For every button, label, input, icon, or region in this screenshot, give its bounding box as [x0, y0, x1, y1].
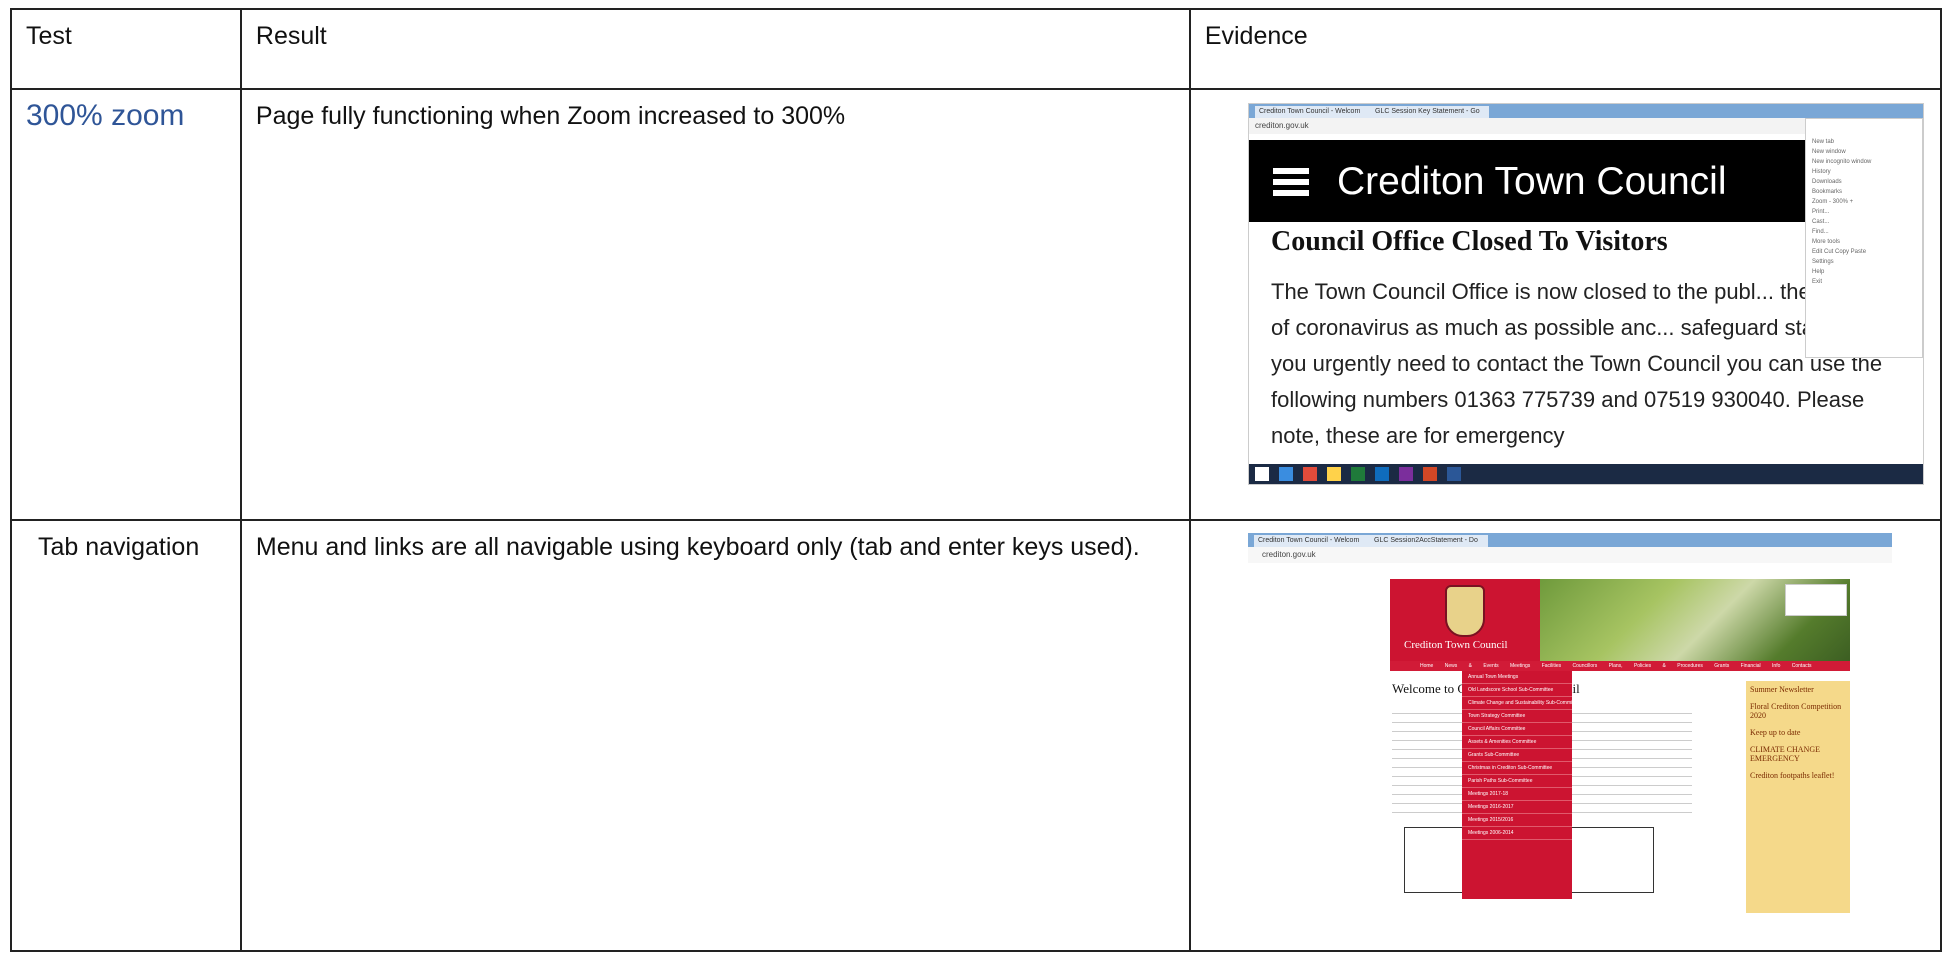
zoom-evidence-screenshot: Crediton Town Council - Welcom GLC Sessi…	[1248, 103, 1924, 485]
explorer-icon	[1327, 467, 1341, 481]
header-evidence: Evidence	[1188, 8, 1942, 90]
browser-tab: Crediton Town Council - Welcom	[1255, 106, 1373, 118]
browser-tabbar: Crediton Town Council - Welcom GLC Sessi…	[1249, 104, 1923, 118]
browser-menu: New tab New window New incognito window Hi…	[1805, 118, 1923, 358]
browser-tab: GLC Session2AccStatement - Do	[1370, 535, 1488, 547]
site-nav: Home News & Events Meetings Facilities C…	[1390, 661, 1850, 671]
browser-tabbar: Crediton Town Council - Welcom GLC Sessi…	[1248, 533, 1892, 547]
council-crest-icon	[1445, 585, 1485, 637]
website-page: Crediton Town Council Home News & Events…	[1390, 579, 1850, 913]
chrome-icon	[1303, 467, 1317, 481]
page-heading: Council Office Closed To Visitors	[1271, 226, 1668, 257]
header-row: Test Result Evidence	[10, 8, 1942, 90]
meetings-dropdown: Annual Town Meetings Old Landscore School…	[1462, 671, 1572, 899]
onenote-icon	[1399, 467, 1413, 481]
hamburger-icon	[1273, 168, 1309, 174]
tab-navigation-evidence-screenshot: Crediton Town Council - Welcom GLC Sessi…	[1248, 533, 1892, 913]
word-icon	[1447, 467, 1461, 481]
browser-tab: Crediton Town Council - Welcom	[1254, 535, 1372, 547]
powerpoint-icon	[1423, 467, 1437, 481]
browser-tab: GLC Session Key Statement - Go	[1371, 106, 1489, 118]
address-bar: crediton.gov.uk	[1248, 547, 1892, 563]
test-cell: 300% zoom	[10, 88, 242, 521]
header-test: Test	[10, 8, 242, 90]
result-cell: Menu and links are all navigable using k…	[239, 519, 1191, 952]
outlook-icon	[1375, 467, 1389, 481]
sidebar: Summer Newsletter Floral Crediton Compet…	[1746, 681, 1850, 913]
windows-start-icon	[1255, 467, 1269, 481]
test-cell: Tab navigation	[10, 519, 242, 952]
page-paragraph: The Town Council Office is now closed to…	[1271, 279, 1885, 448]
site-name: Crediton Town Council	[1404, 639, 1508, 651]
site-title: Crediton Town Council	[1337, 160, 1727, 203]
excel-icon	[1351, 467, 1365, 481]
result-cell: Page fully functioning when Zoom increas…	[239, 88, 1191, 521]
header-result: Result	[239, 8, 1191, 90]
site-header: Crediton Town Council	[1249, 140, 1809, 222]
ie-icon	[1279, 467, 1293, 481]
quality-award-logo	[1785, 584, 1847, 616]
windows-taskbar	[1249, 464, 1923, 484]
